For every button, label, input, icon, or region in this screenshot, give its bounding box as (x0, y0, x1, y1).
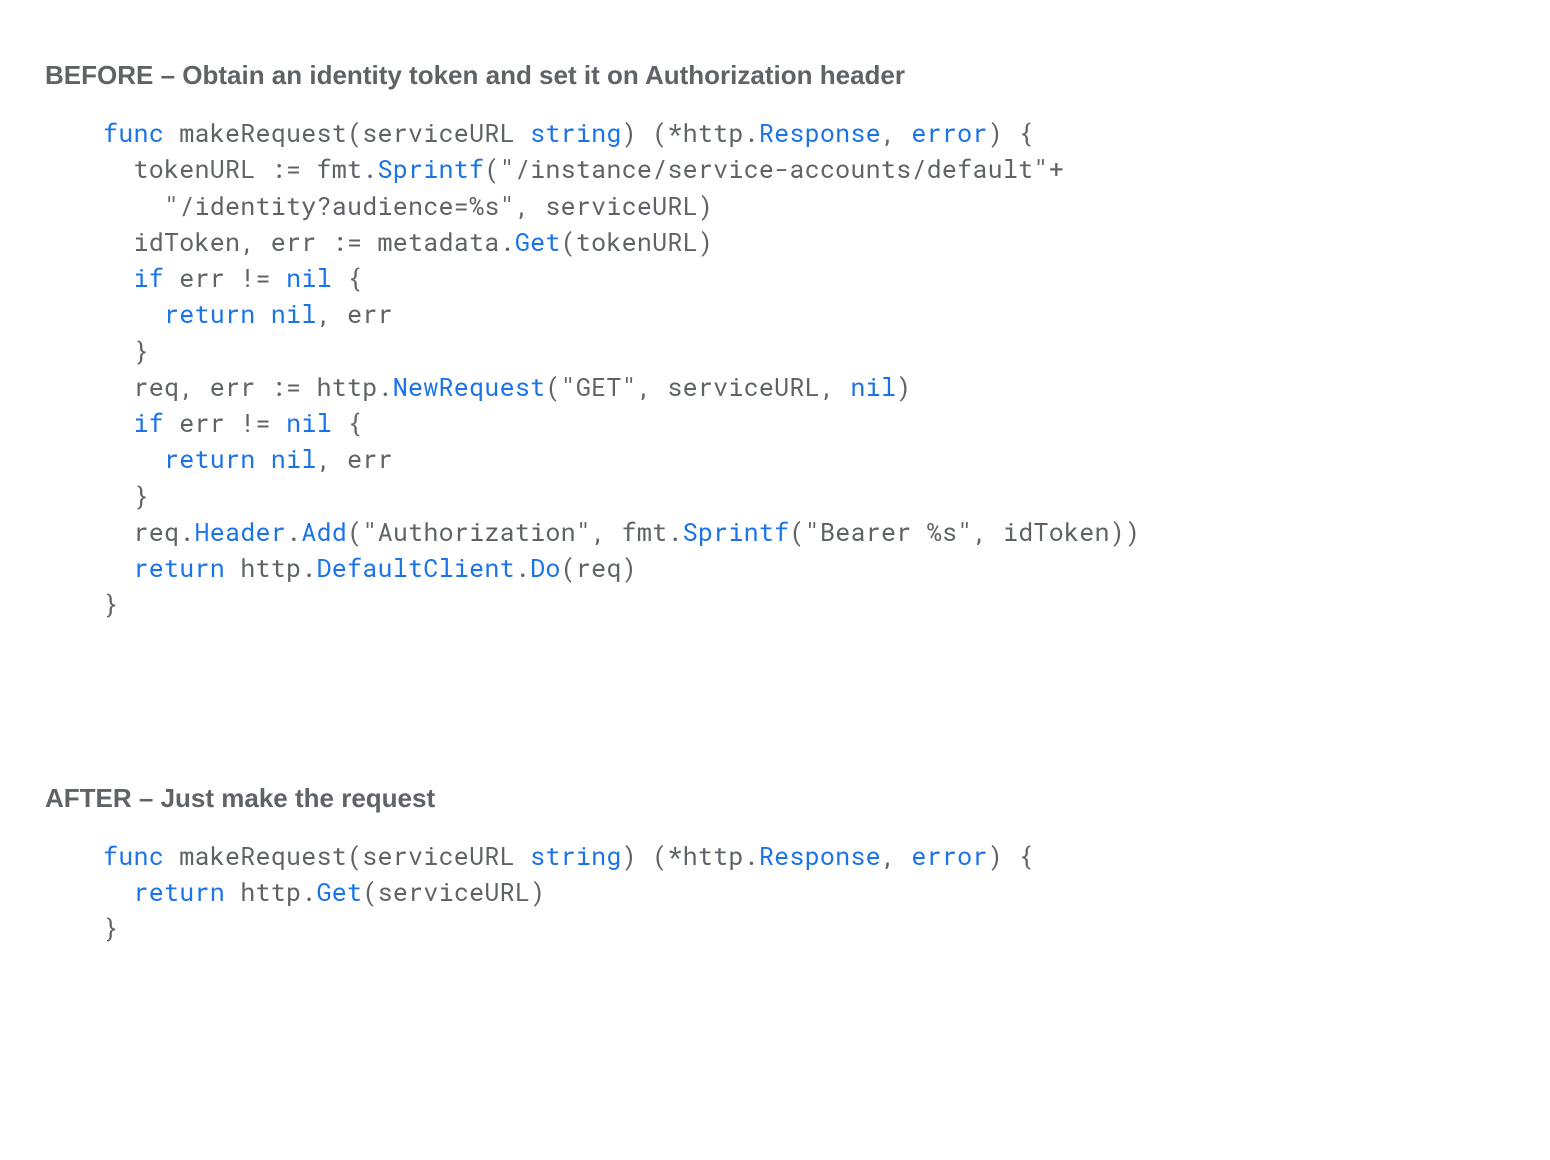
tok: ) (896, 370, 911, 403)
tok: ( (484, 152, 499, 185)
tok: , serviceURL, (637, 370, 851, 403)
tok: (req) (561, 551, 637, 584)
tok: if (134, 406, 165, 439)
tok: ( (347, 515, 362, 548)
tok: err != (164, 261, 286, 294)
tok: . (286, 515, 301, 548)
tok (103, 261, 134, 294)
tok: string (530, 839, 622, 872)
tok: (tokenURL) (561, 225, 714, 258)
tok: , err (317, 297, 393, 330)
tok (103, 551, 134, 584)
tok: string (530, 116, 622, 149)
tok: Sprintf (683, 515, 790, 548)
tok: Header (195, 515, 287, 548)
tok: + (1049, 152, 1064, 185)
tok (103, 442, 164, 475)
tok: Get (515, 225, 561, 258)
tok: ) (*http. (622, 839, 759, 872)
tok: nil (286, 406, 332, 439)
tok: tokenURL := fmt. (103, 152, 378, 185)
tok: func (103, 839, 164, 872)
tok: Do (530, 551, 561, 584)
before-heading: BEFORE – Obtain an identity token and se… (45, 60, 1505, 91)
tok: Response (759, 839, 881, 872)
tok: idToken, err := metadata. (103, 225, 515, 258)
tok: , idToken)) (972, 515, 1140, 548)
tok: { (332, 261, 363, 294)
tok (256, 442, 271, 475)
tok: NewRequest (393, 370, 546, 403)
tok: if (134, 261, 165, 294)
tok (103, 406, 134, 439)
tok: error (911, 839, 987, 872)
tok: nil (850, 370, 896, 403)
tok: func (103, 116, 164, 149)
tok: "/identity?audience=%s" (164, 189, 515, 222)
tok: return (164, 442, 256, 475)
tok: makeRequest(serviceURL (164, 116, 530, 149)
before-code: func makeRequest(serviceURL string) (*ht… (103, 115, 1505, 623)
after-heading: AFTER – Just make the request (45, 783, 1505, 814)
tok: } (103, 334, 149, 367)
tok: , fmt. (591, 515, 683, 548)
tok: ) (*http. (622, 116, 759, 149)
tok: return (134, 551, 226, 584)
tok: return (164, 297, 256, 330)
tok: ) { (988, 116, 1034, 149)
tok (103, 297, 164, 330)
tok (256, 297, 271, 330)
after-code: func makeRequest(serviceURL string) (*ht… (103, 838, 1505, 947)
tok: nil (271, 297, 317, 330)
tok (103, 875, 134, 908)
tok: ( (545, 370, 560, 403)
tok: ) { (988, 839, 1034, 872)
tok: nil (271, 442, 317, 475)
tok: } (103, 587, 118, 620)
tok: Sprintf (378, 152, 485, 185)
tok: ( (789, 515, 804, 548)
tok: return (134, 875, 226, 908)
tok: . (515, 551, 530, 584)
tok: "/instance/service-accounts/default" (500, 152, 1049, 185)
tok: } (103, 911, 118, 944)
tok: http. (225, 551, 317, 584)
tok: } (103, 479, 149, 512)
tok: "GET" (561, 370, 637, 403)
tok: , (881, 839, 912, 872)
tok: error (911, 116, 987, 149)
tok: makeRequest(serviceURL (164, 839, 530, 872)
tok: Add (301, 515, 347, 548)
tok (103, 189, 164, 222)
tok: Response (759, 116, 881, 149)
tok: http. (225, 875, 317, 908)
tok: req, err := http. (103, 370, 393, 403)
tok: req. (103, 515, 195, 548)
tok: DefaultClient (317, 551, 515, 584)
spacer (45, 623, 1505, 783)
tok: { (332, 406, 363, 439)
tok: , (881, 116, 912, 149)
tok: err != (164, 406, 286, 439)
tok: , err (317, 442, 393, 475)
tok: , serviceURL) (515, 189, 713, 222)
tok: Get (317, 875, 363, 908)
tok: nil (286, 261, 332, 294)
tok: (serviceURL) (362, 875, 545, 908)
tok: "Bearer %s" (805, 515, 973, 548)
tok: "Authorization" (362, 515, 591, 548)
